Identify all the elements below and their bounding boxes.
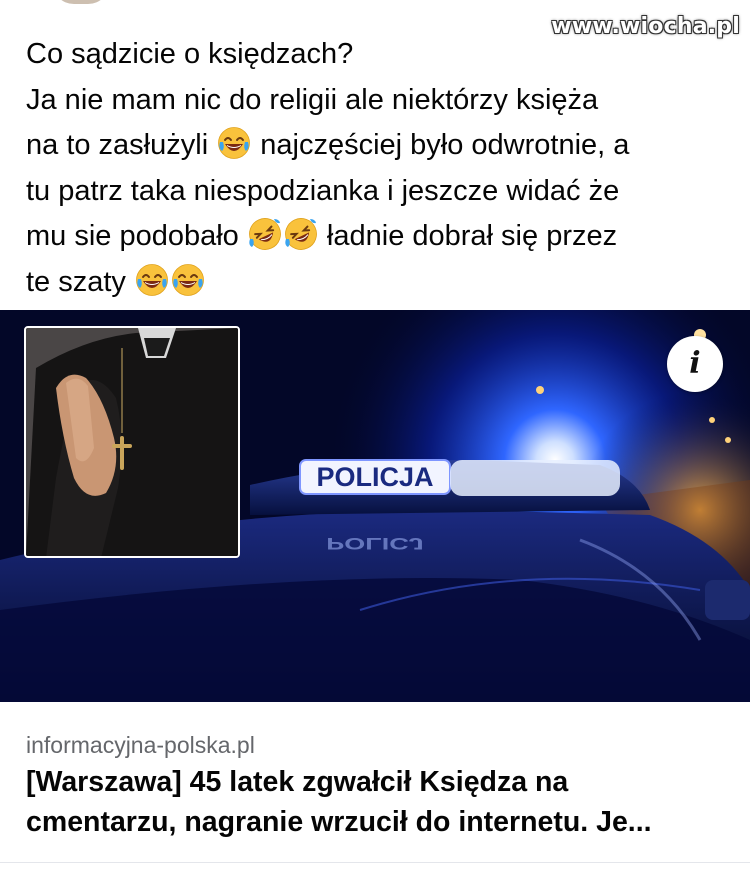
post-line-6: te szaty <box>26 260 726 306</box>
post-line-4: tu patrz taka niespodzianka i jeszcze wi… <box>26 174 620 207</box>
police-sign-text: POLICJA <box>316 462 433 492</box>
post-line-2: Ja nie mam nic do religii ale niektórzy … <box>26 83 599 116</box>
rolling-on-floor-laughing-emoji <box>248 217 282 251</box>
post-line-3-start: na to zasłużyli <box>26 129 217 161</box>
link-title-line-1: [Warszawa] 45 latek zgwałcił Księdza na <box>26 766 569 798</box>
tears-of-joy-emoji <box>171 263 205 297</box>
post-line-6-start: te szaty <box>26 265 134 298</box>
post-line-3-end: najczęściej było odwrotnie, a <box>252 129 630 161</box>
link-title-line-2: cmentarzu, nagranie wrzucił do internetu… <box>26 806 652 838</box>
tears-of-joy-emoji <box>135 263 169 297</box>
info-icon: i <box>689 346 701 381</box>
avatar[interactable] <box>52 0 110 4</box>
post-line-5-start: mu sie podobało <box>26 220 247 252</box>
post-line-5-end: ładnie dobrał się przez <box>318 220 618 252</box>
link-preview-footer[interactable]: informacyjna-polska.pl [Warszawa] 45 lat… <box>0 702 750 862</box>
post-line-1: Co sądzicie o księdzach? <box>26 38 354 70</box>
info-button[interactable]: i <box>667 336 723 392</box>
divider <box>0 862 750 873</box>
post-line-5: mu sie podobało ładnie dobrał się przez <box>26 214 726 260</box>
link-title[interactable]: [Warszawa] 45 latek zgwałcił Księdza na … <box>26 762 736 842</box>
post-text: Co sądzicie o księdzach? Ja nie mam nic … <box>26 32 726 305</box>
link-domain: informacyjna-polska.pl <box>26 732 255 758</box>
rolling-on-floor-laughing-emoji <box>284 217 318 251</box>
tears-of-joy-emoji <box>217 126 251 160</box>
police-sign-reflection: POLICJ <box>326 534 423 552</box>
praying-priest-image <box>26 328 238 556</box>
post-line-3: na to zasłużyli najczęściej było odwrotn… <box>26 123 726 169</box>
inset-priest-photo <box>24 326 240 558</box>
